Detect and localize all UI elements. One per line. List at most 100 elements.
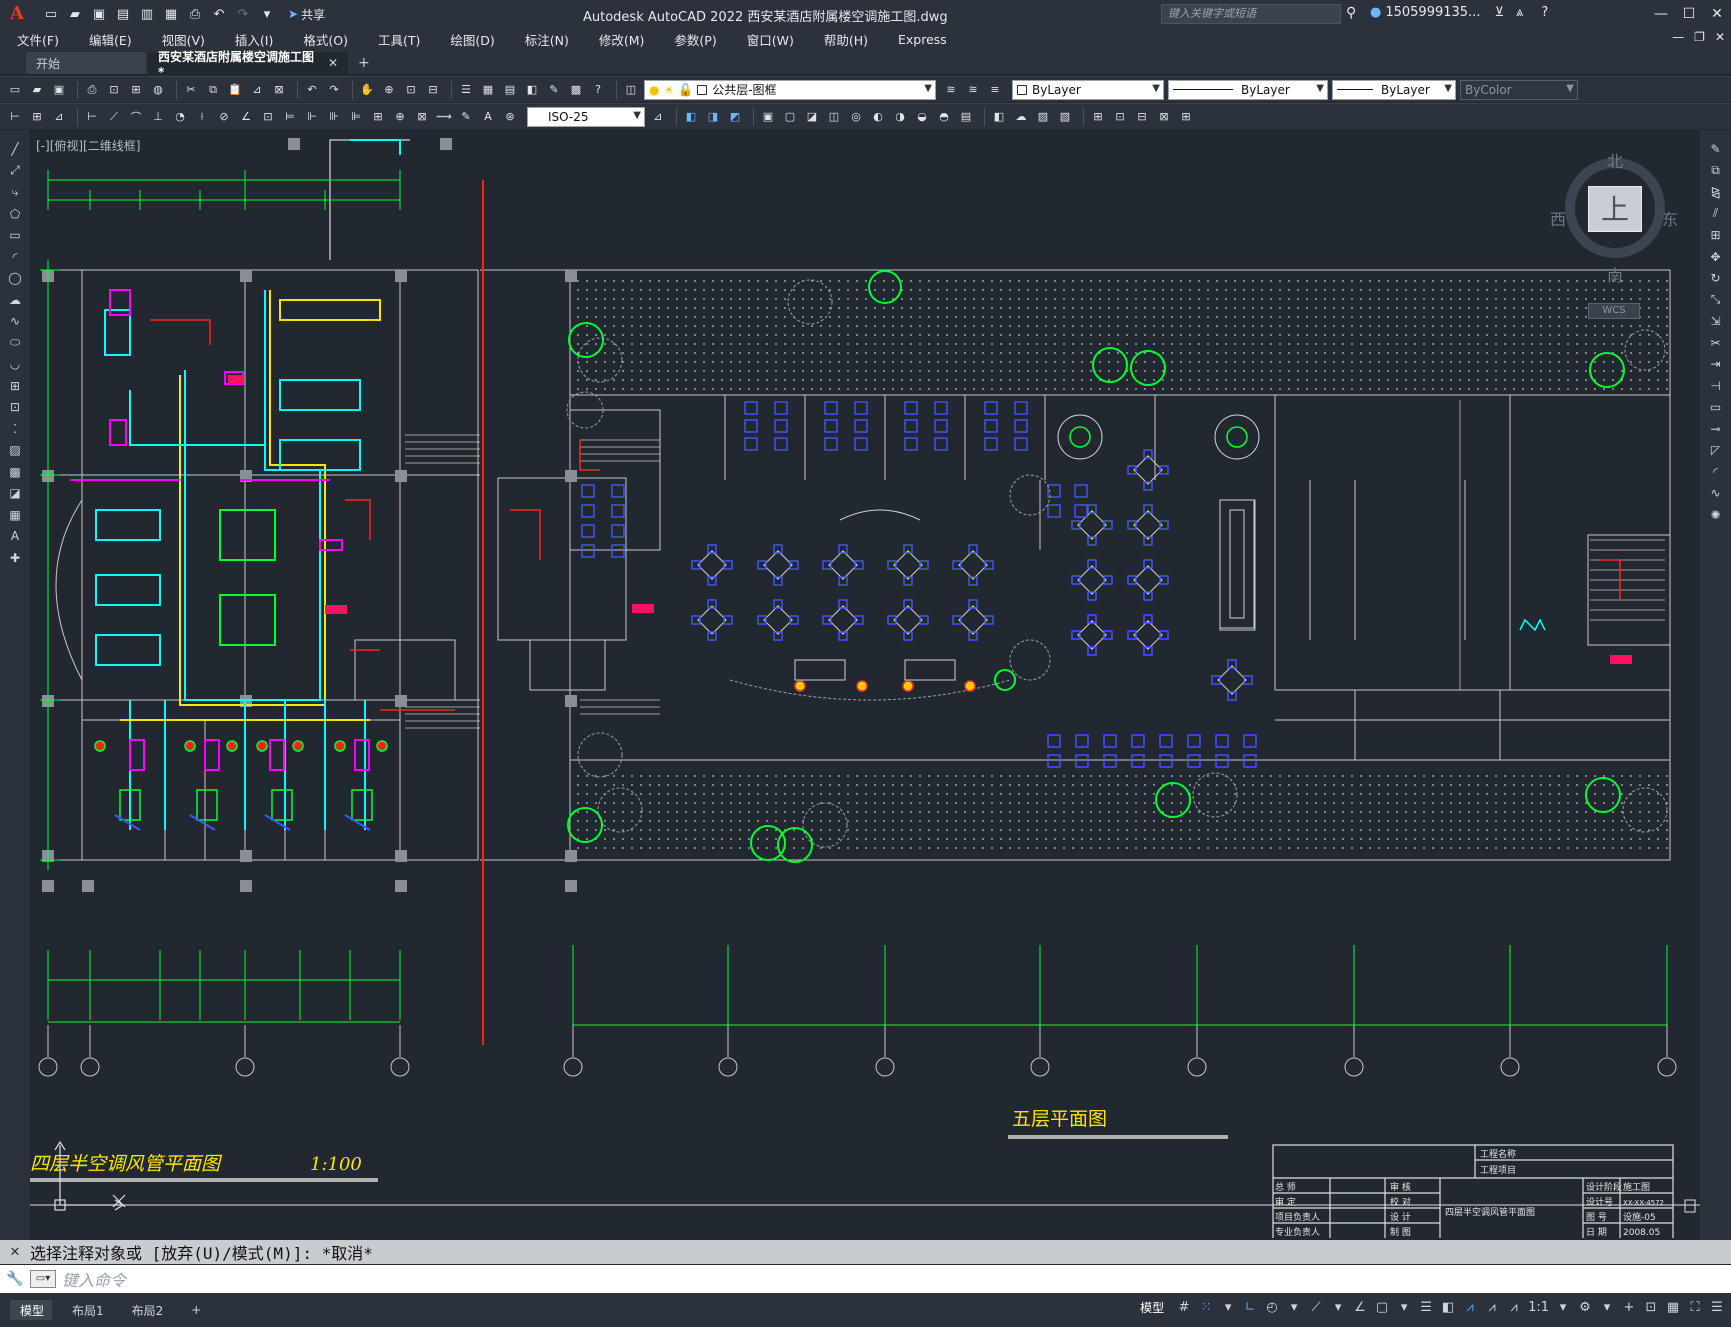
menu-dimension[interactable]: 标注(N) bbox=[508, 30, 582, 49]
extend-icon[interactable]: ⇥ bbox=[1707, 355, 1725, 373]
command-close-icon[interactable]: ✕ bbox=[0, 1245, 30, 1260]
layout-icon[interactable]: ⊠ bbox=[1155, 108, 1173, 126]
layer-properties-icon[interactable]: ◫ bbox=[622, 81, 640, 99]
dim-aligned-icon[interactable]: ⟋ bbox=[105, 108, 123, 126]
polyline-icon[interactable]: ⤷ bbox=[6, 183, 24, 201]
list-icon[interactable]: ▤ bbox=[957, 108, 975, 126]
blend-curves-icon[interactable]: ∿ bbox=[1707, 484, 1725, 502]
close-icon[interactable]: ✕ bbox=[1703, 0, 1731, 28]
quick-properties-icon[interactable]: ▦ bbox=[1665, 1300, 1681, 1315]
menu-draw[interactable]: 绘图(D) bbox=[433, 30, 507, 49]
redo-icon[interactable]: ↷ bbox=[325, 81, 343, 99]
open-web-icon[interactable]: ▥ bbox=[138, 5, 156, 23]
menu-tools[interactable]: 工具(T) bbox=[361, 30, 433, 49]
tab-start[interactable]: 开始 bbox=[26, 52, 146, 74]
recent-commands-icon[interactable]: ▭▾ bbox=[30, 1270, 56, 1288]
model-space-button[interactable]: 模型 bbox=[1140, 1299, 1164, 1316]
xref-icon[interactable]: ⊞ bbox=[1089, 108, 1107, 126]
trim-icon[interactable]: ✂ bbox=[1707, 334, 1725, 352]
layer-match-icon[interactable]: ≡ bbox=[986, 81, 1004, 99]
ortho-icon[interactable]: ∟ bbox=[1242, 1300, 1258, 1315]
dim-space-icon[interactable]: ⊪ bbox=[325, 108, 343, 126]
dim-angular-icon[interactable]: ∠ bbox=[237, 108, 255, 126]
autodesk-app-icon[interactable]: ⩓ bbox=[1516, 5, 1523, 20]
viewcube-west[interactable]: 西 bbox=[1550, 206, 1566, 230]
aligned-dim-icon[interactable]: ⊿ bbox=[50, 108, 68, 126]
cart-icon[interactable]: ⊻ bbox=[1494, 5, 1504, 20]
menu-modify[interactable]: 修改(M) bbox=[582, 30, 658, 49]
new-tab-plus-icon[interactable]: + bbox=[350, 52, 378, 74]
undo-icon[interactable]: ↶ bbox=[210, 5, 228, 23]
block-editor-icon[interactable]: ⊠ bbox=[270, 81, 288, 99]
annotation-scale-icon[interactable]: ⩘ bbox=[1506, 1300, 1522, 1315]
minimize-icon[interactable]: — bbox=[1647, 0, 1675, 28]
new-icon[interactable]: ▭ bbox=[6, 81, 24, 99]
hatch-icon[interactable]: ▨ bbox=[6, 441, 24, 459]
menu-window[interactable]: 窗口(W) bbox=[730, 30, 807, 49]
mirror-icon[interactable]: ⧎ bbox=[1707, 183, 1725, 201]
menu-edit[interactable]: 编辑(E) bbox=[72, 30, 145, 49]
copy-object-icon[interactable]: ⧉ bbox=[1707, 162, 1725, 180]
join-icon[interactable]: ⊸ bbox=[1707, 420, 1725, 438]
menu-parametric[interactable]: 参数(P) bbox=[657, 30, 729, 49]
zoom-previous-icon[interactable]: ⊟ bbox=[424, 81, 442, 99]
wcs-menu[interactable]: WCS bbox=[1588, 303, 1640, 319]
isodraft-icon[interactable]: ⟋ bbox=[1308, 1300, 1324, 1315]
doc-minimize-icon[interactable]: — bbox=[1672, 30, 1684, 44]
autocad-logo-icon[interactable]: A bbox=[6, 3, 28, 25]
linetype-dropdown[interactable]: ByLayer ▼ bbox=[1168, 79, 1328, 100]
region-icon[interactable]: ◪ bbox=[6, 484, 24, 502]
rectangle-icon[interactable]: ▭ bbox=[6, 226, 24, 244]
revcloud-icon[interactable]: ☁ bbox=[1012, 108, 1030, 126]
markup-icon[interactable]: ✎ bbox=[545, 81, 563, 99]
insert-block-icon[interactable]: ⊞ bbox=[6, 377, 24, 395]
cut-icon[interactable]: ✂ bbox=[182, 81, 200, 99]
auto-scale-icon[interactable]: ⩘ bbox=[1484, 1300, 1500, 1315]
make-current-layer-icon[interactable]: ≋ bbox=[942, 81, 960, 99]
layer-previous-icon[interactable]: ≊ bbox=[964, 81, 982, 99]
chamfer-icon[interactable]: ◸ bbox=[1707, 441, 1725, 459]
circle-icon[interactable]: ◯ bbox=[6, 269, 24, 287]
annotation-scale-value[interactable]: 1:1 bbox=[1528, 1300, 1549, 1315]
annotation-scale-chevron-icon[interactable]: ▾ bbox=[1555, 1300, 1571, 1315]
dim-diameter-icon[interactable]: ⊘ bbox=[215, 108, 233, 126]
help-icon[interactable]: ? bbox=[589, 81, 607, 99]
viewcube-south[interactable]: 南 bbox=[1607, 262, 1623, 286]
search-input[interactable]: 键入关键字或短语 bbox=[1161, 4, 1341, 24]
3d-print-icon[interactable]: ◍ bbox=[149, 81, 167, 99]
line-icon[interactable]: ╱ bbox=[6, 140, 24, 158]
viewport-controls[interactable]: [-][俯视][二维线框] bbox=[36, 137, 140, 154]
help-icon[interactable]: ? bbox=[1541, 5, 1548, 20]
viewport-icon[interactable]: ⊞ bbox=[1177, 108, 1195, 126]
bind-icon[interactable]: ⊟ bbox=[1133, 108, 1151, 126]
tab-layout2[interactable]: 布局2 bbox=[122, 1300, 172, 1320]
construction-line-icon[interactable]: ⤢ bbox=[6, 162, 24, 180]
send-back-icon[interactable]: ◨ bbox=[704, 108, 722, 126]
customization-icon[interactable]: ☰ bbox=[1709, 1300, 1725, 1315]
ungroup-icon[interactable]: ▢ bbox=[781, 108, 799, 126]
center-mark-icon[interactable]: ⊕ bbox=[391, 108, 409, 126]
snap-icon[interactable]: ⁙ bbox=[1198, 1300, 1214, 1315]
revision-cloud-icon[interactable]: ☁ bbox=[6, 291, 24, 309]
break-at-point-icon[interactable]: ⊣ bbox=[1707, 377, 1725, 395]
rotate-icon[interactable]: ↻ bbox=[1707, 269, 1725, 287]
dim-linear-icon[interactable]: ⊢ bbox=[83, 108, 101, 126]
save-icon[interactable]: ▣ bbox=[90, 5, 108, 23]
add-selected-icon[interactable]: ✚ bbox=[6, 549, 24, 567]
jogged-linear-icon[interactable]: ⟿ bbox=[435, 108, 453, 126]
ellipse-arc-icon[interactable]: ◡ bbox=[6, 355, 24, 373]
move-icon[interactable]: ✥ bbox=[1707, 248, 1725, 266]
isodraft-chevron-icon[interactable]: ▾ bbox=[1330, 1300, 1346, 1315]
dim-baseline-icon[interactable]: ⊨ bbox=[281, 108, 299, 126]
dim-break-icon[interactable]: ⊫ bbox=[347, 108, 365, 126]
spline-icon[interactable]: ∿ bbox=[6, 312, 24, 330]
object-snap-tracking-icon[interactable]: ∠ bbox=[1352, 1300, 1368, 1315]
group-select-icon[interactable]: ◫ bbox=[825, 108, 843, 126]
dim-update-icon[interactable]: ⊛ bbox=[501, 108, 519, 126]
bring-above-icon[interactable]: ◩ bbox=[726, 108, 744, 126]
clean-screen-icon[interactable]: ⛶ bbox=[1687, 1300, 1703, 1315]
qat-customize-icon[interactable]: ▾ bbox=[258, 5, 276, 23]
group-edit-icon[interactable]: ◪ bbox=[803, 108, 821, 126]
clip-icon[interactable]: ▧ bbox=[1056, 108, 1074, 126]
share-button[interactable]: ➤ 共享 bbox=[288, 6, 325, 23]
